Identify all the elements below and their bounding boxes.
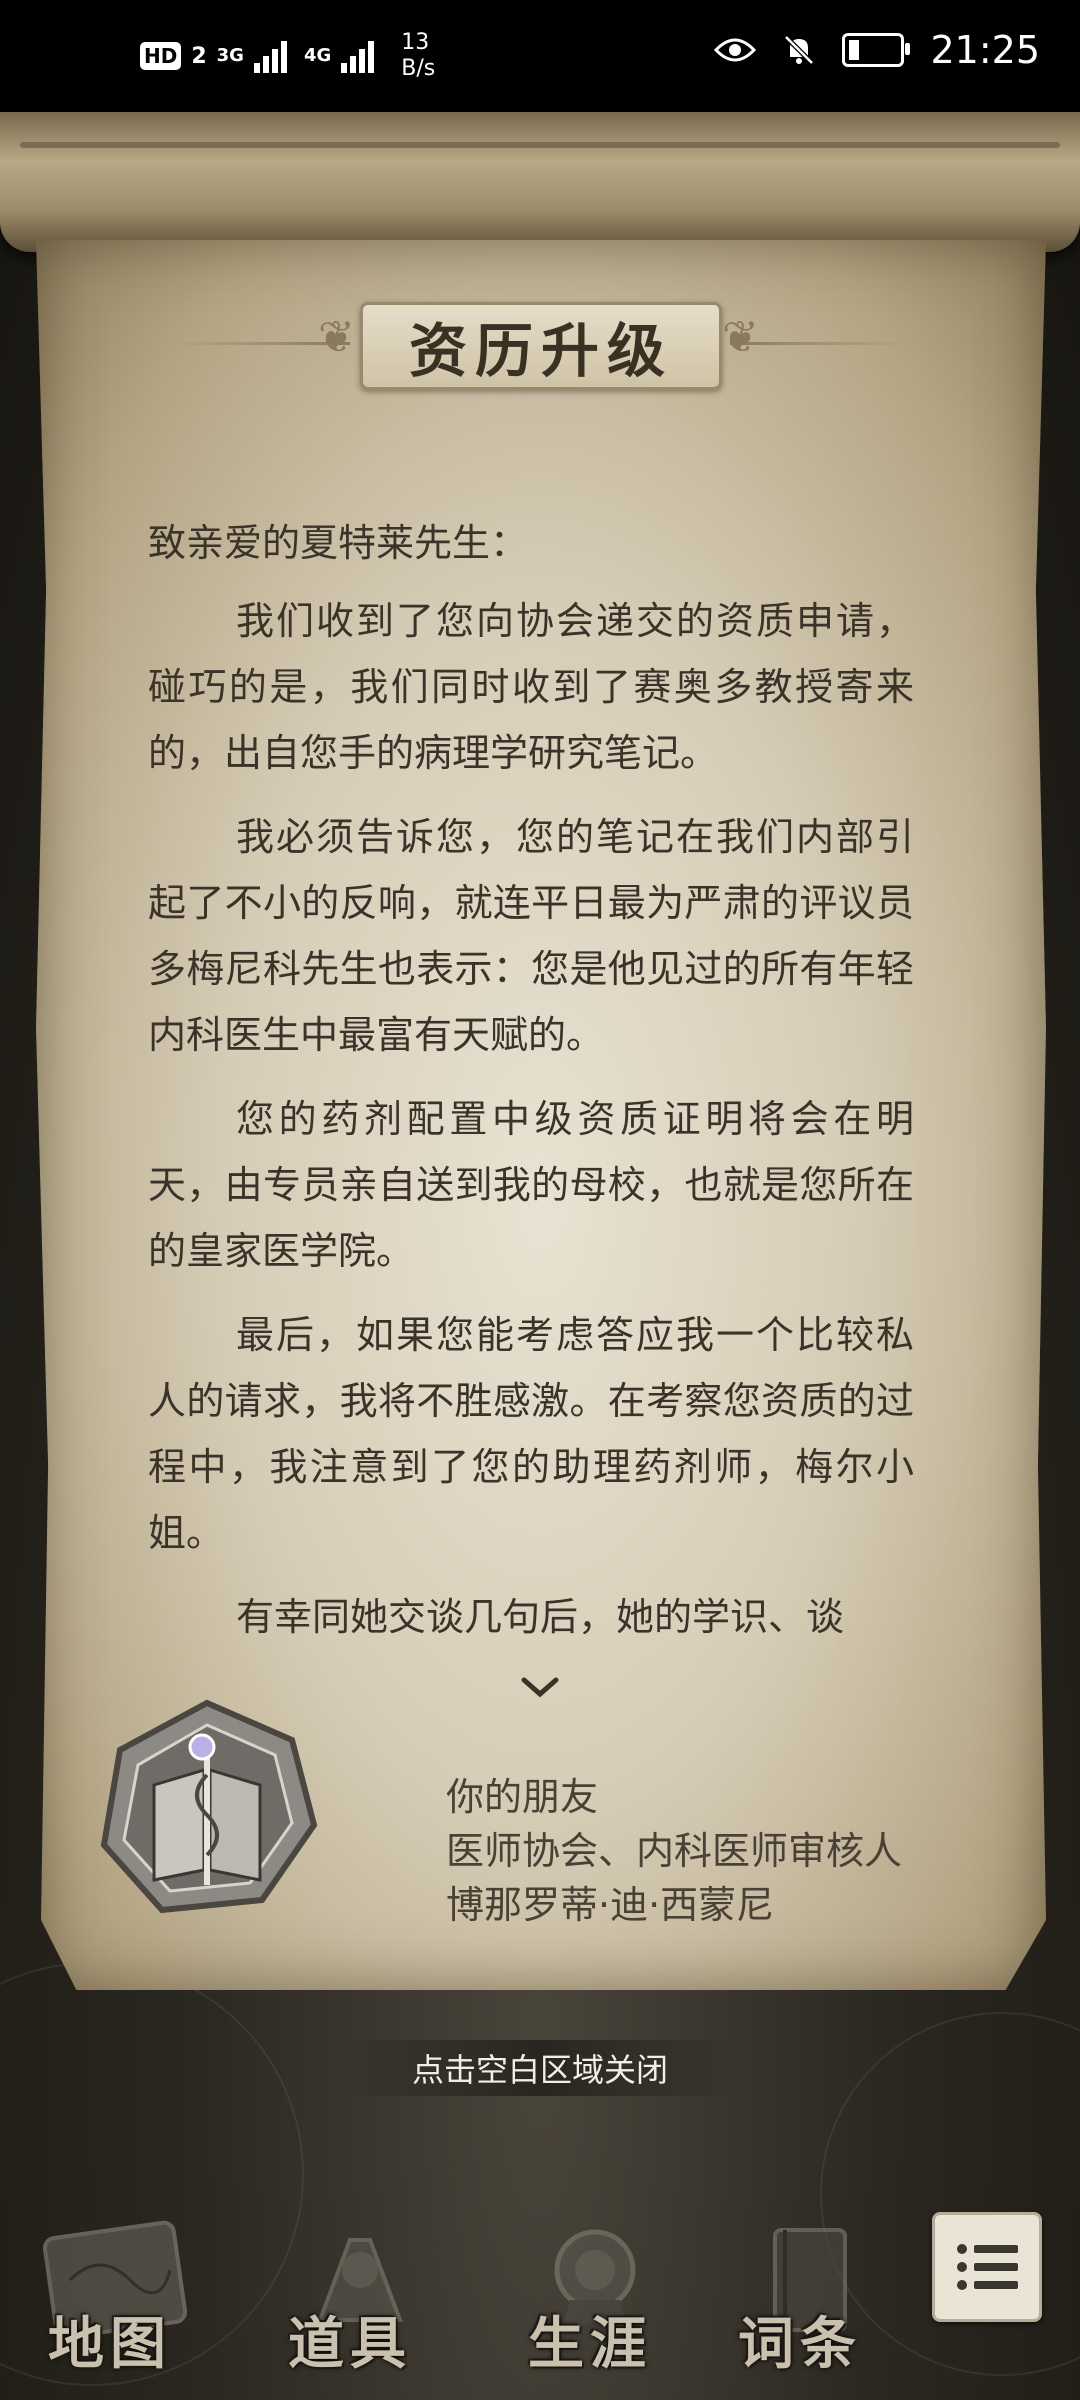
network-speed: 13 B/s — [401, 30, 435, 82]
network-type-1: 3G — [216, 45, 244, 66]
clock: 21:25 — [930, 28, 1040, 72]
nav-item-entries[interactable]: 词条 — [700, 2200, 900, 2400]
medical-seal-icon — [92, 1695, 322, 1925]
hd-badge: HD — [140, 42, 182, 70]
nav-label-entries: 词条 — [738, 2311, 862, 2377]
battery-icon — [842, 33, 911, 67]
letter-paragraph: 最后，如果您能考虑答应我一个比较私人的请求，我将不胜感激。在考察您资质的过程中，… — [148, 1313, 914, 1555]
letter-signature: 你的朋友 医师协会、内科医师审核人 博那罗蒂·迪·西蒙尼 — [446, 1770, 902, 1932]
title-plate: 资历升级 — [360, 302, 722, 390]
menu-button[interactable] — [932, 2212, 1042, 2322]
sim-indicator: 2 — [191, 43, 207, 69]
status-bar: HD 2 3G 4G 13 B/s 21:25 — [0, 0, 1080, 112]
letter-paragraph: 我们收到了您向协会递交的资质申请，碰巧的是，我们同时收到了赛奥多教授寄来的，出自… — [148, 599, 914, 775]
letter-body[interactable]: 致亲爱的夏特莱先生： 我们收到了您向协会递交的资质申请，碰巧的是，我们同时收到了… — [148, 510, 914, 1660]
bell-muted-icon — [784, 35, 815, 65]
letter-salutation: 致亲爱的夏特莱先生： — [148, 521, 529, 565]
nav-item-map[interactable]: 地图 — [10, 2200, 210, 2400]
bottom-nav: 地图 道具 生涯 词条 — [0, 2200, 1080, 2400]
network-type-2: 4G — [303, 45, 332, 66]
signature-closing: 你的朋友 — [446, 1775, 599, 1819]
letter-paragraph: 我必须告诉您，您的笔记在我们内部引起了不小的反响，就连平日最为严肃的评议员多梅尼… — [148, 815, 914, 1057]
chevron-down-icon[interactable] — [520, 1668, 560, 1708]
flourish-right-icon: ❦ — [722, 312, 759, 363]
close-hint[interactable]: 点击空白区域关闭 — [340, 2040, 740, 2096]
nav-label-items: 道具 — [288, 2311, 412, 2377]
network-speed-unit: B/s — [401, 56, 436, 81]
nav-item-items[interactable]: 道具 — [250, 2200, 450, 2400]
signature-title: 医师协会、内科医师审核人 — [446, 1829, 903, 1873]
network-speed-value: 13 — [401, 30, 430, 55]
letter-paragraph: 您的药剂配置中级资质证明将会在明天，由专员亲自送到我的母校，也就是您所在的皇家医… — [148, 1097, 914, 1273]
signature-name: 博那罗蒂·迪·西蒙尼 — [446, 1883, 775, 1927]
flourish-left-icon: ❦ — [318, 312, 355, 363]
eye-icon — [714, 38, 757, 62]
status-left: HD 2 3G 4G 13 B/s — [140, 30, 435, 82]
nav-label-career: 生涯 — [528, 2311, 652, 2377]
signal-icon — [253, 39, 294, 73]
scroll-roll — [0, 112, 1080, 252]
page-title: 资历升级 — [408, 317, 673, 385]
nav-label-map: 地图 — [48, 2311, 172, 2377]
title-banner: ❦ ❦ 资历升级 — [0, 290, 1080, 400]
list-menu-icon — [957, 2244, 1018, 2290]
letter-paragraph: 有幸同她交谈几句后，她的学识、谈 — [236, 1595, 845, 1639]
signal-icon — [341, 39, 381, 73]
status-right: 21:25 — [714, 28, 1040, 72]
nav-item-career[interactable]: 生涯 — [490, 2200, 690, 2400]
